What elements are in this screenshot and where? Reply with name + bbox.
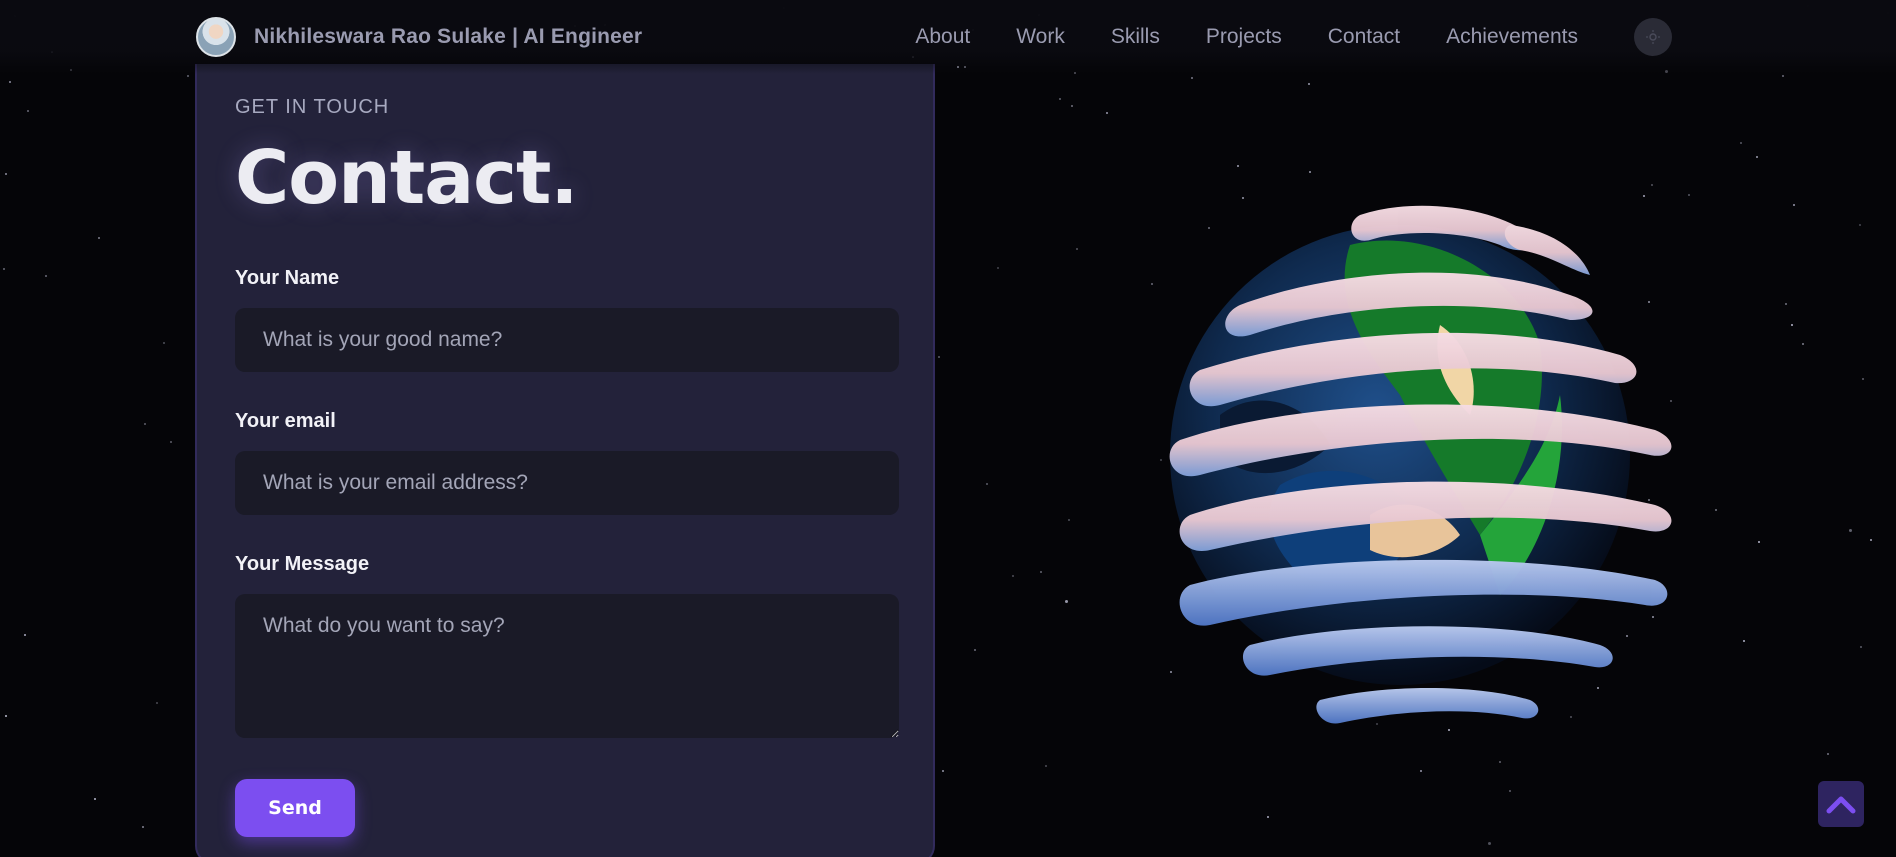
star: [94, 798, 96, 800]
avatar: [196, 17, 236, 57]
star: [5, 715, 7, 717]
star: [1040, 571, 1042, 573]
star: [1849, 529, 1852, 532]
message-textarea[interactable]: [235, 594, 899, 738]
star: [1106, 112, 1108, 114]
star: [1758, 541, 1760, 543]
nav-link-work[interactable]: Work: [1016, 25, 1065, 49]
star: [1191, 77, 1193, 79]
chevron-up-icon: [1826, 796, 1856, 814]
name-label: Your Name: [235, 267, 340, 289]
contact-form: Your Name Your email Your Message Send: [235, 267, 899, 837]
star: [142, 826, 144, 828]
brand-name: Nikhileswara Rao Sulake | AI Engineer: [254, 25, 643, 48]
star: [942, 770, 944, 772]
star: [27, 110, 29, 112]
star: [938, 356, 940, 358]
nav-link-about[interactable]: About: [915, 25, 970, 49]
star: [1862, 378, 1864, 380]
email-input[interactable]: [235, 451, 899, 515]
star: [45, 275, 47, 277]
navbar-inner: Nikhileswara Rao Sulake | AI Engineer Ab…: [196, 0, 1672, 74]
star: [1827, 753, 1829, 755]
nav-link-achievements[interactable]: Achievements: [1446, 25, 1578, 49]
star: [1791, 324, 1793, 326]
email-label: Your email: [235, 410, 336, 432]
star: [24, 634, 26, 636]
star: [1071, 105, 1073, 107]
star: [156, 702, 158, 704]
star: [3, 268, 5, 270]
star: [1059, 98, 1061, 100]
nav-links: About Work Skills Projects Contact Achie…: [915, 18, 1672, 56]
star: [1488, 842, 1491, 845]
email-group: Your email: [235, 410, 899, 515]
section-eyebrow: Get in touch: [235, 96, 390, 118]
scroll-to-top-button[interactable]: [1818, 781, 1864, 827]
star: [1740, 142, 1742, 144]
star: [1076, 248, 1078, 250]
star: [163, 342, 165, 344]
earth-globe-icon: [1169, 205, 1672, 724]
star: [1756, 156, 1758, 158]
star: [1793, 204, 1795, 206]
nav-link-projects[interactable]: Projects: [1206, 25, 1282, 49]
section-title: Contact.: [235, 135, 579, 221]
star: [98, 237, 100, 239]
star: [986, 483, 988, 485]
earth-globe[interactable]: [1100, 155, 1730, 775]
star: [1267, 816, 1269, 818]
star: [1802, 343, 1804, 345]
star: [974, 649, 976, 651]
star: [9, 81, 11, 83]
message-label: Your Message: [235, 553, 370, 575]
sun-icon: [1646, 30, 1660, 44]
nav-link-contact[interactable]: Contact: [1328, 25, 1400, 49]
star: [1045, 765, 1047, 767]
star: [1065, 600, 1068, 603]
star: [1308, 83, 1310, 85]
star: [187, 75, 189, 77]
star: [1012, 575, 1014, 577]
send-button[interactable]: Send: [235, 779, 355, 837]
star: [1870, 539, 1872, 541]
navbar: Nikhileswara Rao Sulake | AI Engineer Ab…: [0, 0, 1896, 74]
star: [1743, 640, 1745, 642]
star: [1859, 224, 1861, 226]
star: [1860, 646, 1862, 648]
star: [997, 267, 999, 269]
star: [1782, 75, 1784, 77]
message-group: Your Message: [235, 553, 899, 743]
contact-card: Get in touch Contact. Your Name Your ema…: [195, 64, 935, 857]
star: [144, 423, 146, 425]
star: [5, 173, 7, 175]
name-group: Your Name: [235, 267, 899, 372]
star: [1785, 303, 1787, 305]
star: [170, 441, 172, 443]
theme-toggle-button[interactable]: [1634, 18, 1672, 56]
brand[interactable]: Nikhileswara Rao Sulake | AI Engineer: [196, 17, 642, 57]
star: [1509, 790, 1511, 792]
star: [1068, 519, 1070, 521]
name-input[interactable]: [235, 308, 899, 372]
nav-link-skills[interactable]: Skills: [1111, 25, 1160, 49]
